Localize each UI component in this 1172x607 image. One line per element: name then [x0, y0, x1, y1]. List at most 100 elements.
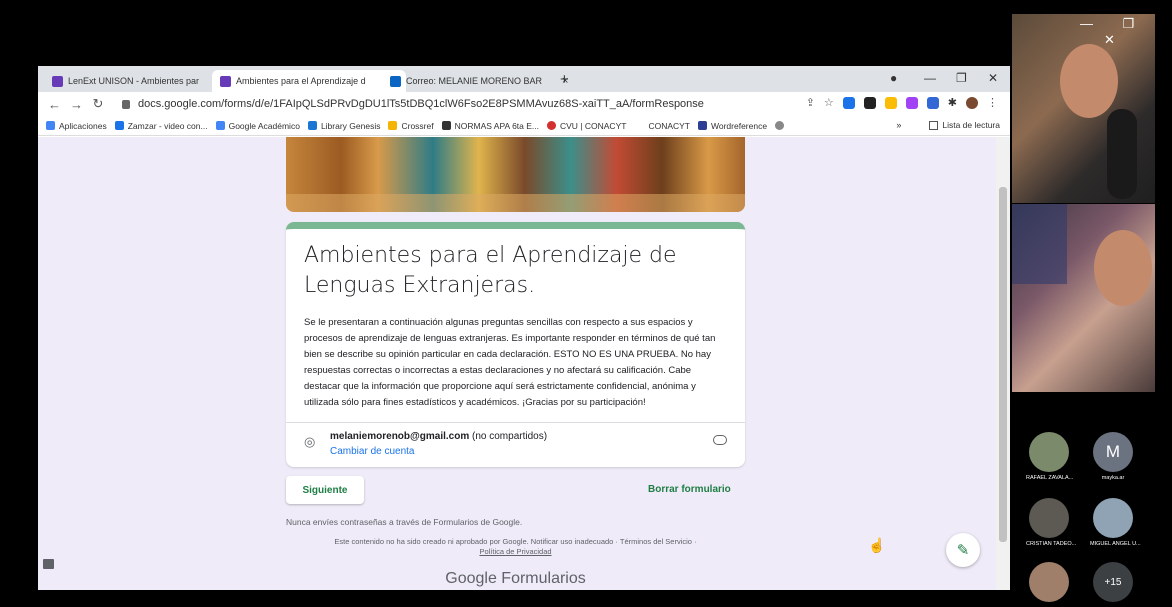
address-bar[interactable]: docs.google.com/forms/d/e/1FAIpQLSdPRvDg…: [122, 95, 822, 113]
avatar: [1029, 498, 1069, 538]
participant-tile[interactable]: MIGUEL ANGEL U...: [1090, 498, 1141, 547]
close-window-icon[interactable]: ✕: [988, 71, 998, 85]
wall-poster: [1012, 204, 1067, 284]
scrollbar[interactable]: [996, 137, 1010, 590]
puzzle-icon[interactable]: ✱: [948, 96, 957, 109]
bookmark-crossref[interactable]: Crossref: [388, 120, 434, 131]
participant-name: MIGUEL ANGEL U...: [1090, 541, 1141, 547]
form-header-card: Ambientes para el Aprendizaje de Lenguas…: [286, 222, 745, 467]
scholar-icon: [215, 121, 225, 130]
extension-icon[interactable]: [905, 96, 918, 109]
forms-icon: [52, 75, 63, 87]
more-count: +15: [1093, 562, 1133, 602]
profile-icon[interactable]: ●: [890, 71, 897, 85]
minimize-icon[interactable]: —: [1080, 16, 1093, 31]
eye-off-icon: ◎: [304, 434, 316, 449]
reading-list-icon: [929, 120, 939, 130]
participant-tile[interactable]: CRISTIAN TADEO...: [1026, 498, 1076, 547]
globe-icon: [775, 121, 785, 130]
bookmark-label: CVU | CONACYT: [560, 120, 627, 131]
participant-video-2: [1012, 204, 1155, 392]
bookmark-aplicaciones[interactable]: Aplicaciones: [46, 121, 107, 131]
participant-tile[interactable]: M mayka.ar: [1090, 432, 1136, 481]
avatar: M: [1093, 432, 1133, 472]
close-icon[interactable]: ✕: [1104, 32, 1115, 47]
browser-window: LenExt UNISON - Ambientes par × Ambiente…: [38, 66, 1010, 590]
back-icon[interactable]: ←: [48, 97, 61, 112]
password-warning: Nunca envíes contraseñas a través de For…: [286, 517, 523, 527]
bookmark-library-genesis[interactable]: Library Genesis: [307, 120, 381, 131]
extension-icon[interactable]: [842, 96, 855, 109]
bookmark-label: Wordreference: [711, 120, 768, 131]
apa-icon: [441, 121, 451, 130]
bookmark-label: Crossref: [401, 120, 434, 131]
wordreference-icon: [698, 121, 707, 130]
avatar: [1029, 432, 1069, 472]
scrollbar-thumb[interactable]: [999, 187, 1007, 542]
bookmark-google-academico[interactable]: Google Académico: [215, 120, 300, 131]
restore-icon[interactable]: ❐: [956, 71, 967, 85]
tab-label: Correo: MELANIE MORENO BAR: [406, 76, 543, 86]
reading-list-button[interactable]: » Lista de lectura: [896, 120, 1000, 130]
email-note: (no compartidos): [472, 431, 548, 442]
extension-icon[interactable]: [926, 96, 939, 109]
bookmark-label: Zamzar - video con...: [127, 120, 208, 131]
privacy-policy-link[interactable]: Política de Privacidad: [286, 547, 745, 556]
more-participants-button[interactable]: +15: [1090, 562, 1136, 602]
bookmark-label: CONACYT: [648, 120, 690, 131]
report-icon[interactable]: [43, 559, 54, 569]
cloud-icon: [713, 435, 727, 445]
extension-icon[interactable]: [863, 96, 876, 109]
participant-tile[interactable]: RAFAEL ZAVALA...: [1026, 432, 1074, 481]
libgen-icon: [307, 121, 317, 130]
tab-label: Ambientes para el Aprendizaje d: [236, 76, 366, 86]
participant-name: RAFAEL ZAVALA...: [1026, 475, 1074, 481]
restore-icon[interactable]: ❐: [1123, 16, 1135, 31]
clear-form-button[interactable]: Borrar formulario: [648, 484, 731, 495]
star-icon[interactable]: ☆: [824, 96, 834, 109]
extensions-bar: ⇪ ☆ ✱ ⋮: [806, 96, 998, 109]
bookmark-wordreference[interactable]: Wordreference: [698, 121, 767, 131]
bookmark-conacyt[interactable]: CONACYT: [648, 121, 690, 131]
edit-pencil-button[interactable]: ✎: [946, 533, 980, 567]
participant-face: [1094, 230, 1152, 306]
meet-window-controls: — ❐ ✕: [1080, 16, 1172, 48]
lock-icon: [122, 99, 130, 109]
divider: [286, 422, 745, 423]
participant-name: mayka.ar: [1101, 475, 1125, 481]
bookmark-label: NORMAS APA 6ta E...: [454, 120, 539, 131]
toolbar: ← → ↻ docs.google.com/forms/d/e/1FAIpQLS…: [38, 92, 1010, 116]
reading-list-label: Lista de lectura: [942, 120, 1000, 130]
menu-icon[interactable]: ⋮: [987, 96, 998, 109]
bookmark-label: Library Genesis: [320, 120, 381, 131]
bookmarks-bar: Aplicaciones Zamzar - video con... Googl…: [38, 116, 1010, 136]
share-icon[interactable]: ⇪: [806, 96, 815, 109]
avatar: [1093, 498, 1133, 538]
reload-icon[interactable]: ↻: [92, 96, 104, 112]
avatar: [1029, 562, 1069, 602]
hand-cursor-icon: ☝: [868, 537, 886, 553]
forward-icon[interactable]: →: [70, 97, 83, 112]
header-image: [286, 137, 745, 212]
bookmark-zamzar[interactable]: Zamzar - video con...: [114, 120, 208, 131]
bookmark-label: Google Académico: [228, 120, 300, 131]
forms-icon: [220, 75, 231, 87]
participant-tile[interactable]: [1026, 562, 1072, 602]
tab-lenext[interactable]: LenExt UNISON - Ambientes par ×: [44, 70, 238, 92]
tab-correo[interactable]: Correo: MELANIE MORENO BAR ×: [382, 70, 576, 92]
new-tab-button[interactable]: +: [560, 71, 569, 88]
extension-icon[interactable]: [884, 96, 897, 109]
bookmark-normas-apa[interactable]: NORMAS APA 6ta E...: [441, 120, 539, 131]
next-button[interactable]: Siguiente: [286, 476, 364, 504]
microphone-icon: [1107, 109, 1137, 199]
bookmark-cvu-conacyt[interactable]: CVU | CONACYT: [547, 121, 626, 131]
participant-face: [1060, 44, 1118, 118]
bookmark-label: Aplicaciones: [59, 120, 107, 131]
chevron-right-icon[interactable]: »: [896, 120, 901, 130]
tab-ambientes[interactable]: Ambientes para el Aprendizaje d ×: [212, 70, 407, 92]
avatar[interactable]: [966, 96, 978, 109]
minimize-icon[interactable]: —: [924, 71, 936, 85]
bookmark-globe[interactable]: [775, 121, 788, 130]
form-title: Ambientes para el Aprendizaje de Lenguas…: [304, 243, 677, 298]
switch-account-link[interactable]: Cambiar de cuenta: [330, 446, 415, 457]
